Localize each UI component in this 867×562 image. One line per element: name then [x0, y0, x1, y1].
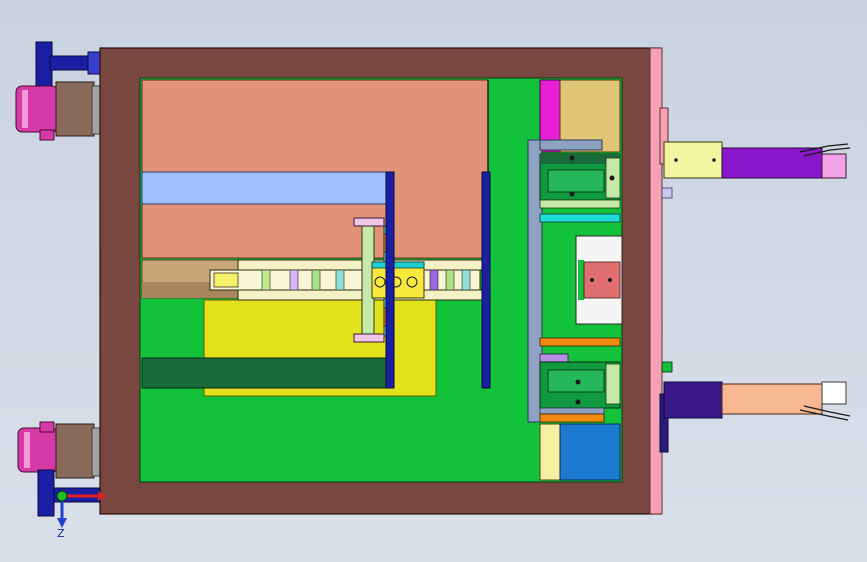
spacer: [539, 199, 621, 209]
pale-yellow-block: [539, 423, 561, 481]
navy-rail-right[interactable]: [481, 171, 491, 389]
bolt-head: [575, 379, 581, 385]
right-lower-actuator[interactable]: [659, 361, 851, 453]
rail-bottom: [237, 289, 483, 301]
bolt-head: [575, 399, 581, 405]
mid-green-jaw: [578, 260, 584, 300]
cage-bottom-bar: [353, 333, 385, 343]
cylinder-body: [721, 147, 823, 179]
small-stub: [661, 361, 673, 373]
mid-pink-block: [583, 261, 621, 299]
salmon-block: [141, 79, 489, 259]
lower-pin: [605, 363, 621, 405]
y-axis-dot: [56, 490, 68, 502]
bolt-head: [608, 278, 612, 282]
left-top-cylinder-assembly[interactable]: [15, 41, 107, 141]
bolt-head: [590, 278, 594, 282]
bolt-head: [569, 191, 575, 197]
right-upper-actuator[interactable]: [659, 107, 851, 199]
mount-flange: [37, 469, 55, 517]
light-blue-bar: [141, 171, 389, 205]
roller-highlight: [24, 432, 30, 468]
pin-yellow: [213, 272, 239, 288]
stripe-2: [289, 269, 299, 291]
assembly-drawing[interactable]: [0, 0, 867, 562]
blue-slider: [559, 423, 621, 481]
cad-viewport[interactable]: Z: [0, 0, 867, 562]
lower-spacer: [539, 407, 605, 415]
holder-cap: [371, 261, 425, 269]
orange-strip: [539, 337, 621, 347]
lower-orange: [539, 413, 605, 423]
stripe-1: [261, 269, 271, 291]
stripe-3: [311, 269, 321, 291]
small-stub: [661, 187, 673, 199]
cage-top-bar: [353, 217, 385, 227]
bolt-head: [609, 175, 615, 181]
wire-lead: [799, 409, 849, 421]
stripe-8: [461, 269, 471, 291]
lavender-strip: [539, 353, 569, 363]
rail-top: [237, 259, 483, 271]
slide-top: [539, 139, 603, 151]
ejector-hole-3: [406, 276, 418, 288]
stripe-6: [429, 269, 439, 291]
stripe-7: [445, 269, 455, 291]
cyan-strip: [539, 213, 621, 223]
small-plate: [39, 129, 55, 141]
bolt-head: [674, 158, 678, 162]
bolt-head: [712, 158, 716, 162]
cylinder-body: [721, 383, 823, 415]
orientation-triad: [56, 490, 106, 528]
upper-insert: [547, 169, 605, 193]
housing: [55, 81, 95, 137]
mount-block: [663, 381, 723, 419]
navy-rail-left[interactable]: [385, 171, 395, 389]
triad-z-label: Z: [57, 527, 65, 540]
core-pin-rail[interactable]: [209, 259, 483, 301]
bolt-head: [569, 155, 575, 161]
housing: [55, 423, 95, 479]
roller-highlight: [22, 90, 28, 128]
end-cap: [821, 153, 847, 179]
rail-core: [209, 269, 481, 291]
dark-green-bar: [141, 357, 389, 389]
ejector-hole-1: [374, 276, 386, 288]
small-plate: [39, 421, 55, 433]
stripe-4: [335, 269, 345, 291]
end-cap: [821, 381, 847, 405]
